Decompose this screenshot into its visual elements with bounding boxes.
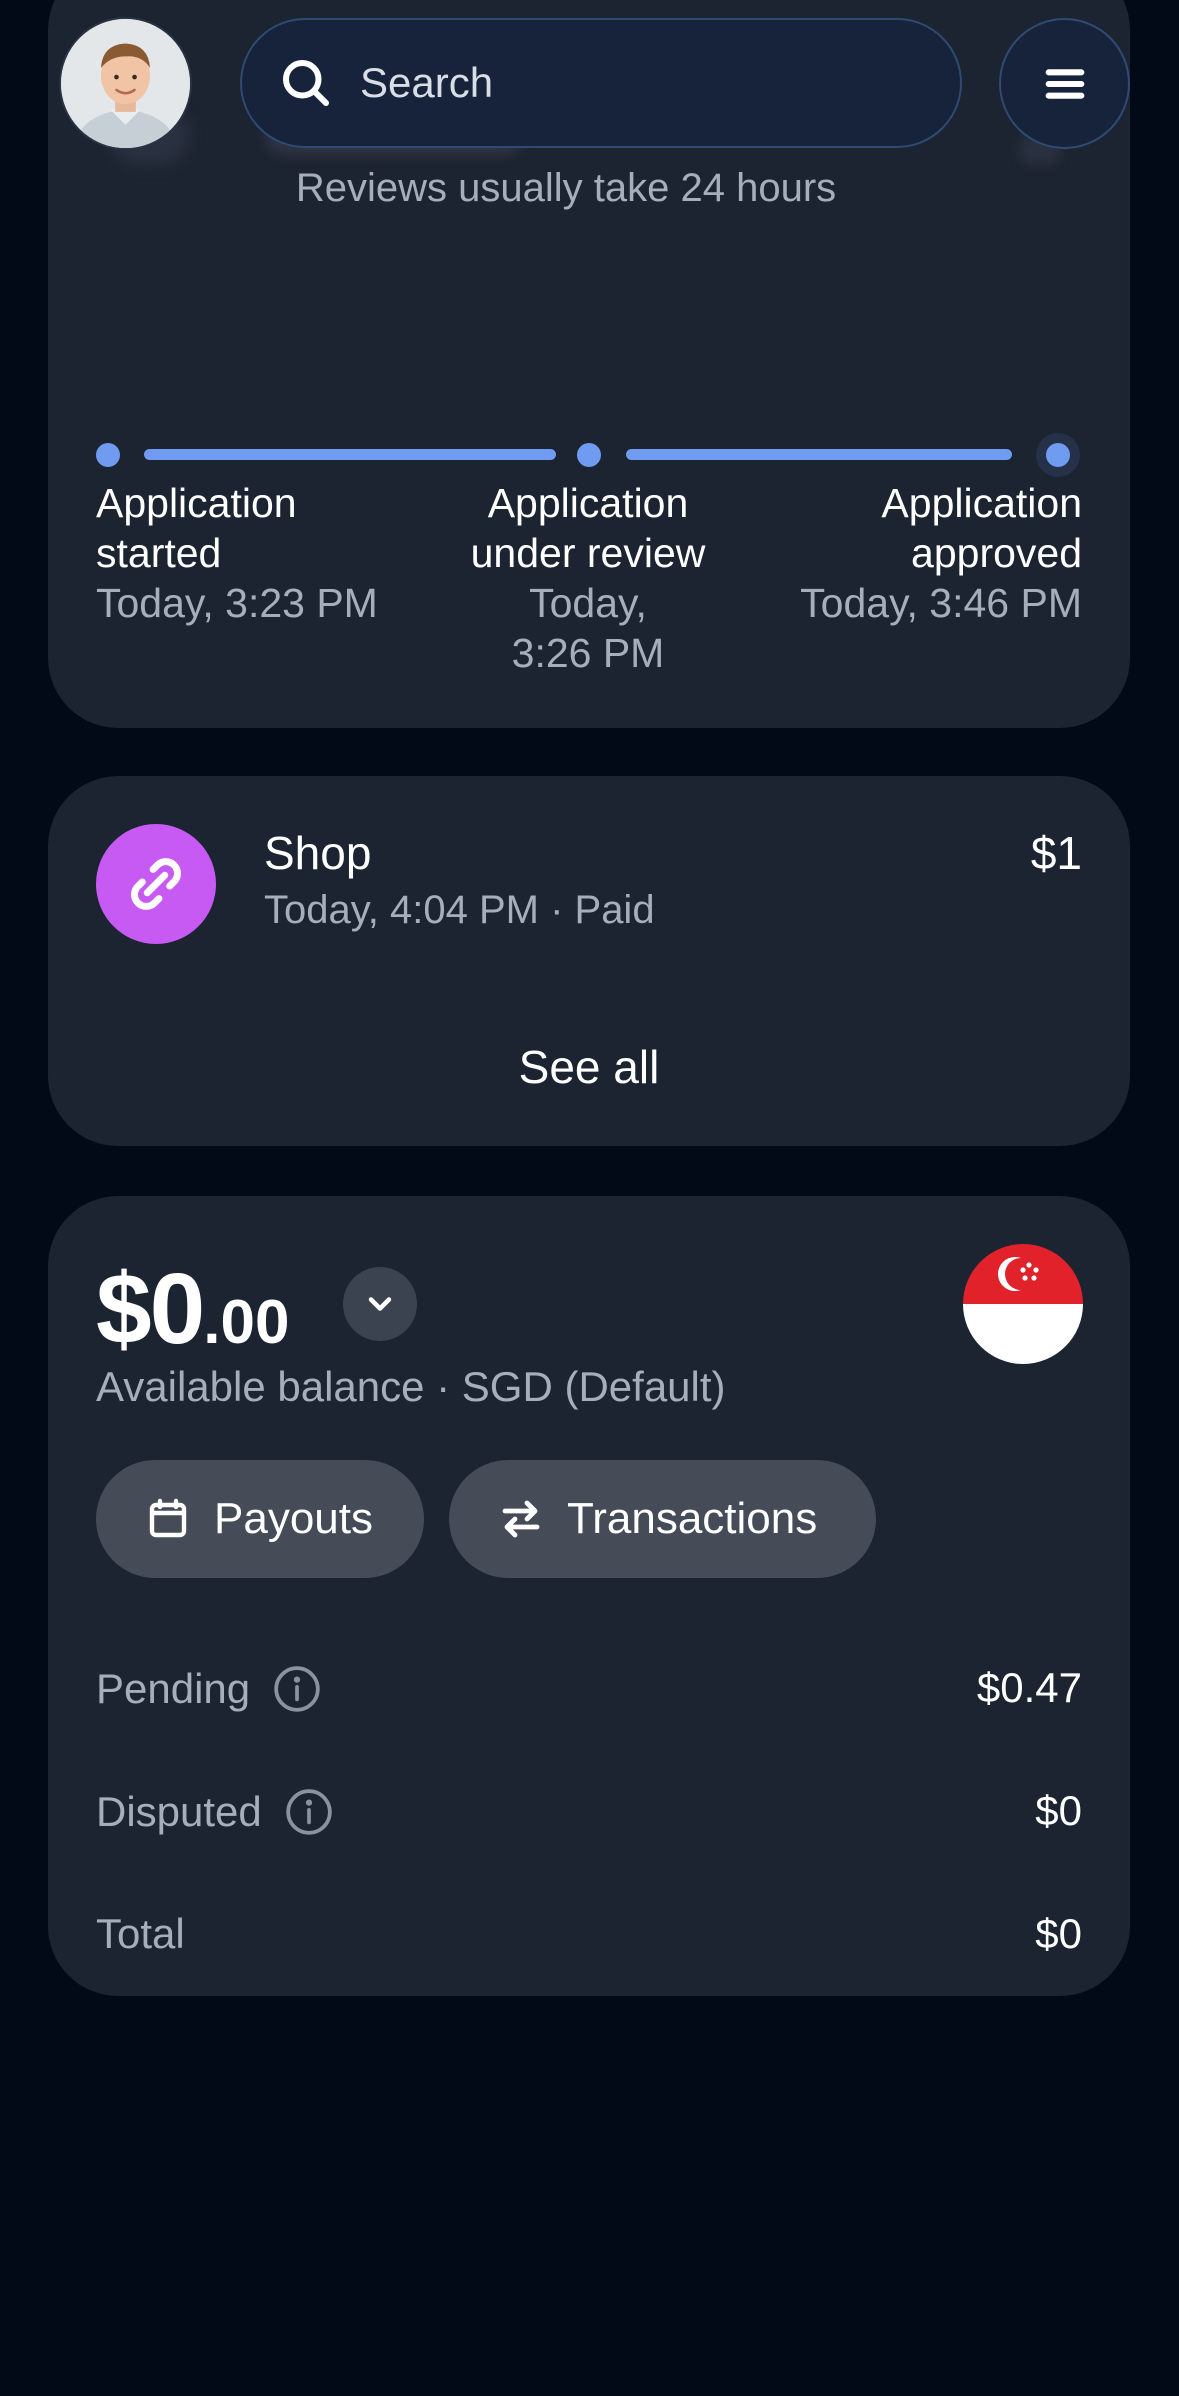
see-all-button[interactable]: See all bbox=[48, 1040, 1130, 1094]
balance-caption: Available balance · SGD (Default) bbox=[96, 1363, 726, 1410]
step-date: Today, bbox=[529, 580, 647, 626]
balance-amount: $0 .00 bbox=[96, 1252, 289, 1367]
transaction-meta: Today, 4:04 PM · Paid bbox=[264, 888, 655, 932]
payouts-label: Payouts bbox=[214, 1494, 373, 1543]
step-title: Application bbox=[487, 480, 689, 526]
progress-dot-started bbox=[96, 443, 120, 467]
balance-whole: $0 bbox=[96, 1253, 205, 1365]
avatar[interactable] bbox=[59, 17, 192, 150]
top-bar: Search bbox=[0, 0, 1179, 170]
total-row-label: Total bbox=[96, 1910, 185, 1958]
step-under-review: Application under review Today, 3:26 PM bbox=[418, 478, 758, 678]
search-placeholder: Search bbox=[360, 59, 494, 106]
disputed-value: $0 bbox=[1035, 1787, 1082, 1834]
step-date: 3:26 PM bbox=[511, 630, 665, 676]
info-icon[interactable] bbox=[272, 1664, 322, 1714]
transactions-label: Transactions bbox=[567, 1494, 818, 1543]
calendar-icon bbox=[144, 1495, 192, 1543]
progress-line-2 bbox=[626, 449, 1012, 460]
link-icon bbox=[96, 824, 216, 944]
hamburger-icon bbox=[1045, 68, 1084, 99]
step-title: approved bbox=[911, 530, 1082, 576]
pending-label: Pending bbox=[96, 1665, 251, 1712]
transaction-name[interactable]: Shop bbox=[264, 826, 371, 880]
step-title: Application bbox=[881, 480, 1082, 526]
transactions-button[interactable]: Transactions bbox=[449, 1460, 876, 1578]
step-date: Today, 3:23 PM bbox=[96, 580, 378, 626]
page: Reviews usually take 24 hours Applicatio… bbox=[0, 0, 1179, 2396]
step-approved: Application approved Today, 3:46 PM bbox=[720, 478, 1082, 628]
total-label: Total bbox=[96, 1910, 185, 1957]
pending-row-label: Pending bbox=[96, 1664, 322, 1714]
chevron-down-icon bbox=[368, 1297, 392, 1311]
disputed-row-label: Disputed bbox=[96, 1787, 334, 1837]
progress-dot-review bbox=[577, 443, 601, 467]
info-icon[interactable] bbox=[284, 1787, 334, 1837]
search-icon bbox=[276, 53, 336, 113]
balance-cents: .00 bbox=[203, 1288, 290, 1357]
swap-arrows-icon bbox=[497, 1495, 545, 1543]
pending-value: $0.47 bbox=[976, 1664, 1082, 1711]
progress-line-1 bbox=[144, 449, 556, 460]
disputed-label: Disputed bbox=[96, 1788, 262, 1835]
menu-button[interactable] bbox=[999, 18, 1130, 149]
review-time-note: Reviews usually take 24 hours bbox=[295, 166, 837, 210]
step-title: Application bbox=[96, 480, 297, 526]
step-started: Application started Today, 3:23 PM bbox=[96, 478, 456, 628]
total-value: $0 bbox=[1035, 1910, 1082, 1957]
step-title: under review bbox=[470, 530, 706, 576]
step-date: Today, 3:46 PM bbox=[800, 580, 1082, 626]
payouts-button[interactable]: Payouts bbox=[96, 1460, 424, 1578]
balance-currency-dropdown[interactable] bbox=[343, 1267, 417, 1341]
progress-dot-approved bbox=[1046, 443, 1070, 467]
singapore-flag-icon[interactable] bbox=[963, 1244, 1083, 1364]
search-input[interactable]: Search bbox=[240, 18, 962, 148]
progress-track bbox=[48, 435, 1130, 475]
transaction-amount: $1 bbox=[1030, 827, 1082, 879]
step-title: started bbox=[96, 530, 222, 576]
